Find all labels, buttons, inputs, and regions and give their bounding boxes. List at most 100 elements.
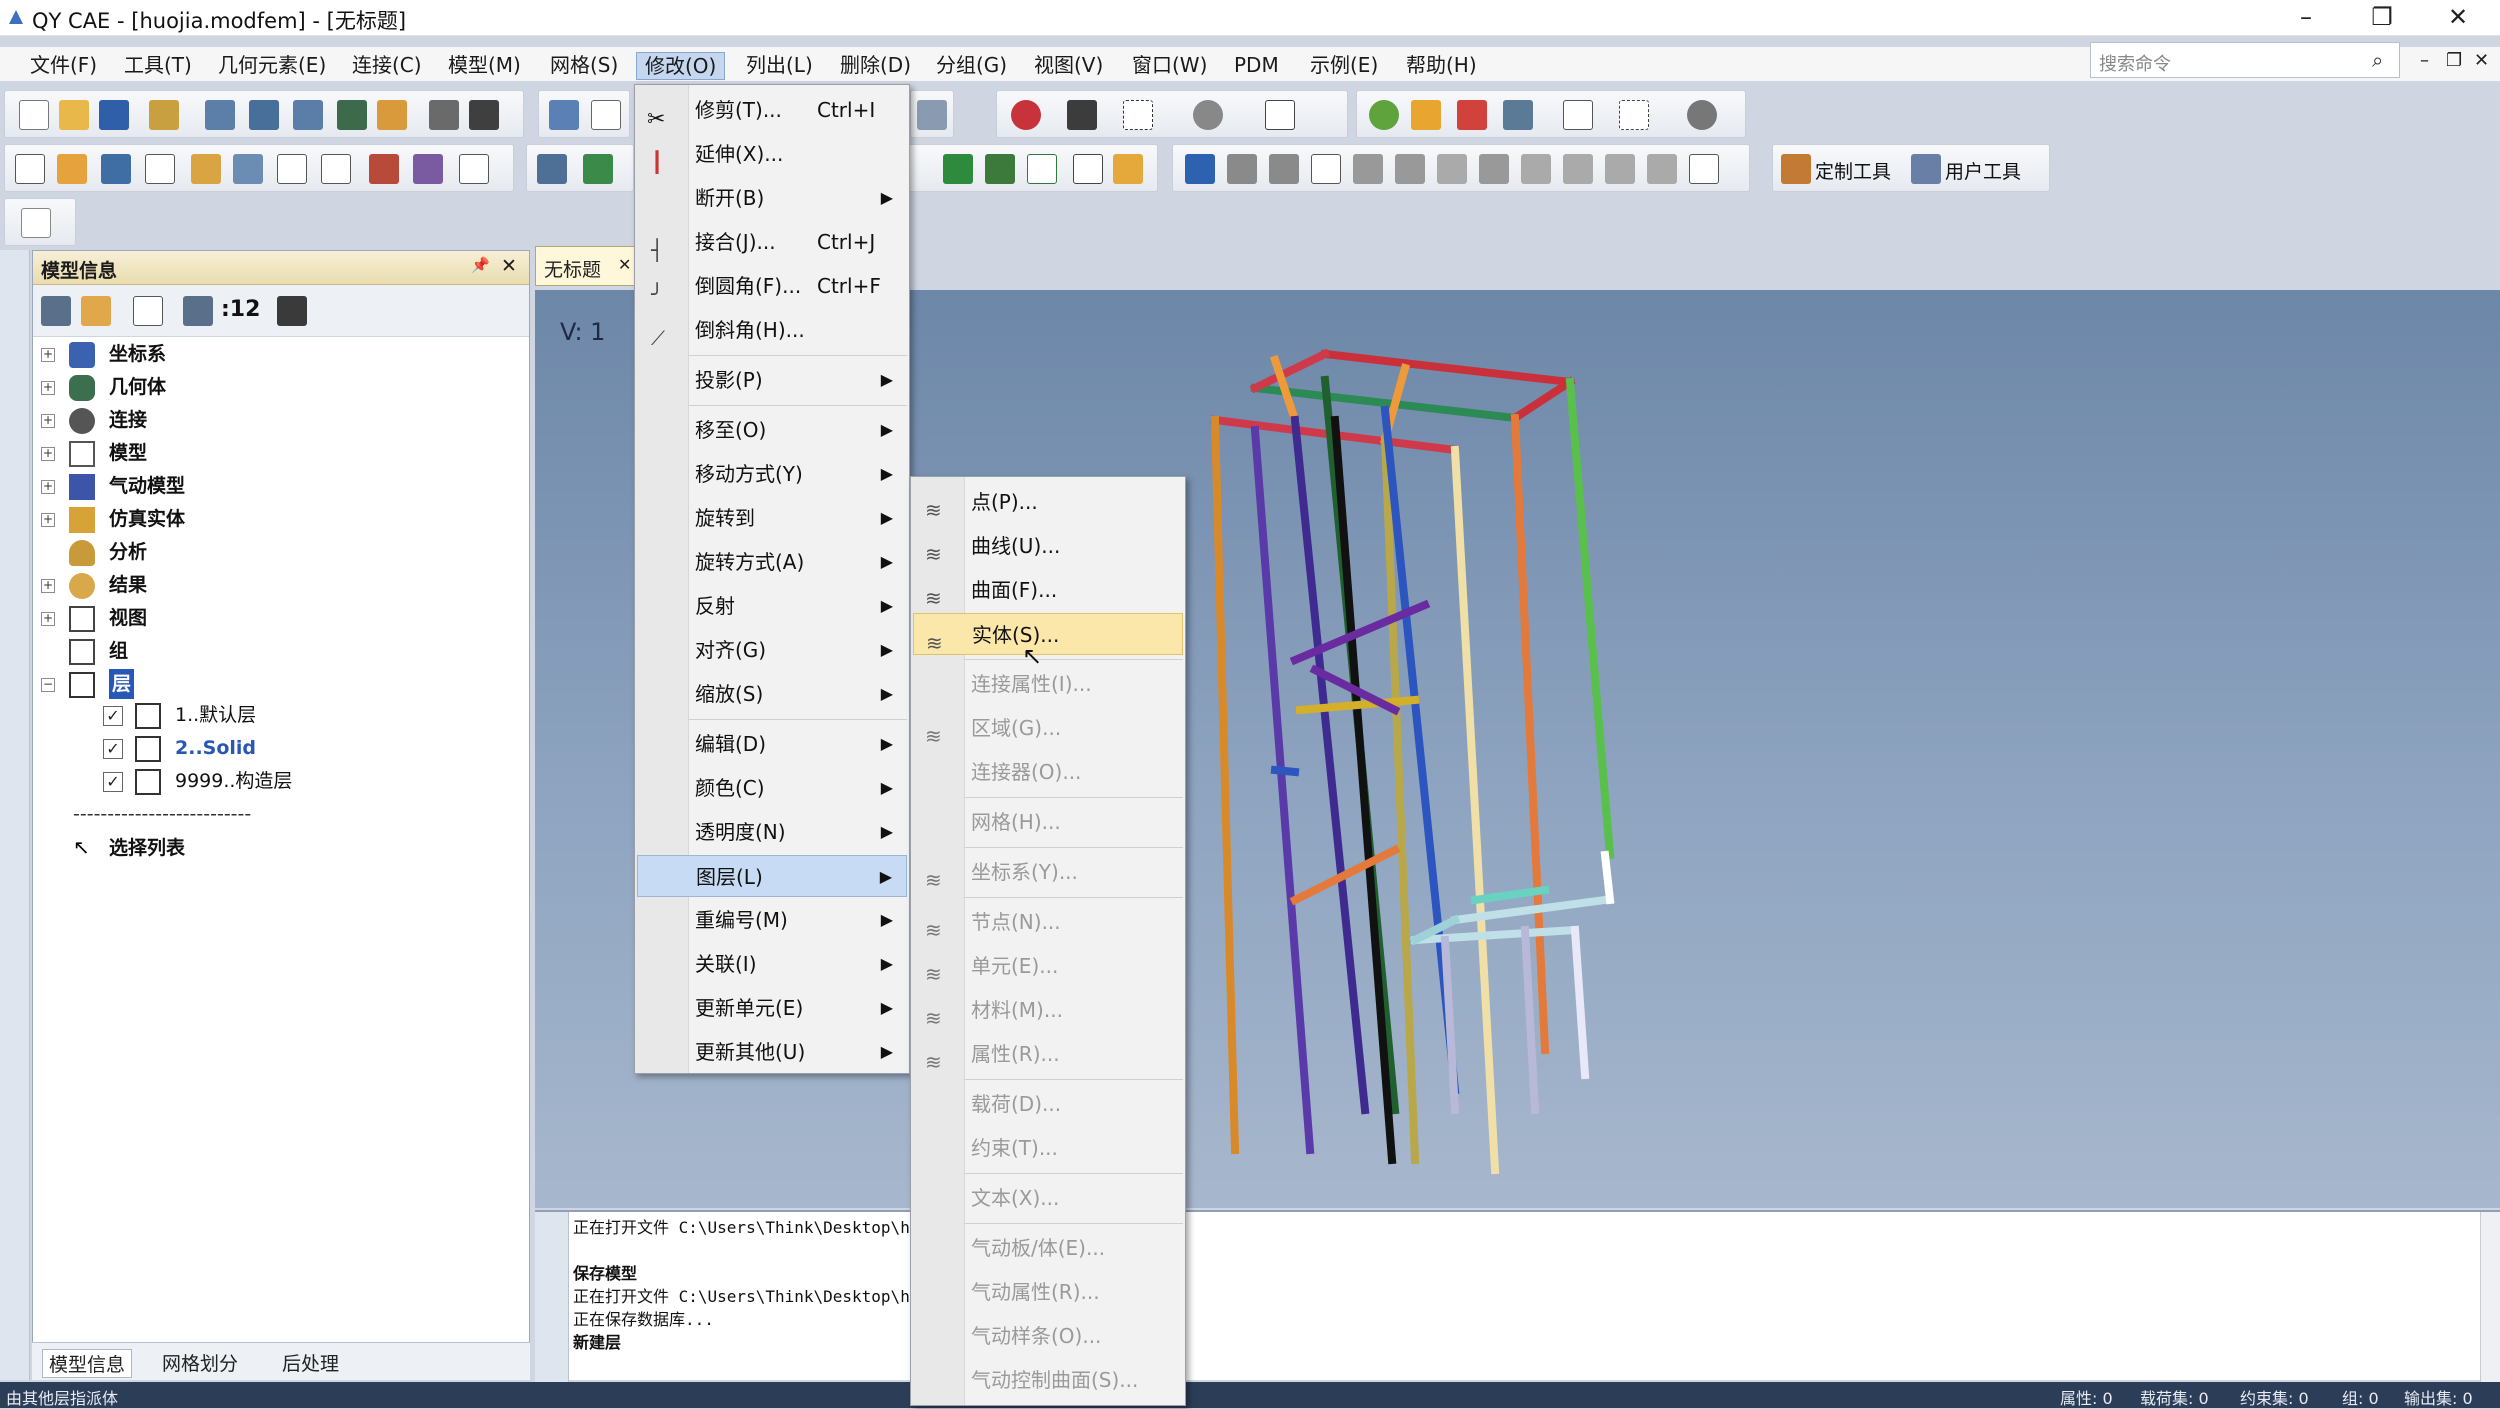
tree-node-analysis[interactable]: 分析 xyxy=(109,537,147,567)
align-left-icon[interactable] xyxy=(1185,154,1215,184)
align-right-icon[interactable] xyxy=(1269,154,1299,184)
minimize-button[interactable]: – xyxy=(2278,2,2334,32)
tree-node-geometry[interactable]: 几何体 xyxy=(109,372,166,402)
tab-model-info[interactable]: 模型信息 xyxy=(42,1349,133,1378)
mdi-restore-button[interactable]: ❐ xyxy=(2446,50,2462,71)
layer-node[interactable]: ≋ 节点(N)... xyxy=(913,901,1183,943)
expand-icon[interactable]: + xyxy=(41,414,55,428)
menu-item-update-elements[interactable]: 更新单元(E) ▶ xyxy=(637,987,907,1029)
layer-mesh[interactable]: 网格(H)... xyxy=(913,801,1183,843)
menu-geometry[interactable]: 几何元素(E) xyxy=(210,52,334,80)
layer-checkbox[interactable]: ✓ xyxy=(103,739,123,759)
cube-icon[interactable] xyxy=(57,154,87,184)
menu-help[interactable]: 帮助(H) xyxy=(1398,52,1485,80)
layer-aero-prop[interactable]: 气动属性(R)... xyxy=(913,1271,1183,1313)
search-icon[interactable]: ⌕ xyxy=(2372,48,2383,72)
menu-item-renumber[interactable]: 重编号(M) ▶ xyxy=(637,899,907,941)
menu-mesh[interactable]: 网格(S) xyxy=(542,52,626,80)
export-icon[interactable] xyxy=(293,100,323,130)
menu-item-color[interactable]: 颜色(C) ▶ xyxy=(637,767,907,809)
rotate-icon[interactable] xyxy=(1521,154,1551,184)
layer-aero-control[interactable]: 气动控制曲面(S)... xyxy=(913,1359,1183,1401)
layer-property[interactable]: ≋ 属性(R)... xyxy=(913,1033,1183,1075)
menu-item-chamfer[interactable]: ⟋ 倒斜角(H)... xyxy=(637,309,907,351)
open-folder-icon[interactable] xyxy=(59,100,89,130)
grid-icon[interactable] xyxy=(249,100,279,130)
layers-icon[interactable] xyxy=(1503,100,1533,130)
layer-conn-prop[interactable]: 连接属性(I)... xyxy=(913,663,1183,705)
layer-element[interactable]: ≋ 单元(E)... xyxy=(913,945,1183,987)
grid-9-icon[interactable] xyxy=(1353,154,1383,184)
region-icon[interactable] xyxy=(1619,100,1649,130)
menu-item-join[interactable]: ┤ 接合(J)... Ctrl+J xyxy=(637,221,907,263)
deselect-icon[interactable] xyxy=(1193,100,1223,130)
property-icon[interactable] xyxy=(191,154,221,184)
copy-icon[interactable] xyxy=(1479,154,1509,184)
layer-text[interactable]: 文本(X)... xyxy=(913,1177,1183,1219)
analysis-icon[interactable] xyxy=(369,154,399,184)
load-icon[interactable] xyxy=(233,154,263,184)
menu-connect[interactable]: 连接(C) xyxy=(344,52,430,80)
layer-construction[interactable]: 9999..构造层 xyxy=(175,766,292,796)
tree-node-coord[interactable]: 坐标系 xyxy=(109,339,166,369)
layer-icon[interactable] xyxy=(377,100,407,130)
tree-node-model[interactable]: 模型 xyxy=(109,438,147,468)
expand-icon[interactable]: + xyxy=(41,480,55,494)
menu-delete[interactable]: 删除(D) xyxy=(832,52,919,80)
menu-item-project[interactable]: 投影(P) ▶ xyxy=(637,359,907,401)
tree-node-layer[interactable]: 层 xyxy=(109,669,135,699)
undo-icon[interactable] xyxy=(429,100,459,130)
arrow-icon[interactable] xyxy=(1113,154,1143,184)
menu-item-extend[interactable]: ┃ 延伸(X)... xyxy=(637,133,907,175)
menu-item-rotate-by[interactable]: 旋转方式(A) ▶ xyxy=(637,541,907,583)
layer-coord-sys[interactable]: ≋ 坐标系(Y)... xyxy=(913,851,1183,893)
menu-examples[interactable]: 示例(E) xyxy=(1302,52,1386,80)
angle-icon[interactable] xyxy=(1073,154,1103,184)
layer-curve[interactable]: ≋ 曲线(U)... xyxy=(913,525,1183,567)
menu-item-associate[interactable]: 关联(I) ▶ xyxy=(637,943,907,985)
expand-icon[interactable]: + xyxy=(41,513,55,527)
tree-node-aero-model[interactable]: 气动模型 xyxy=(109,471,185,501)
layer-solid[interactable]: 2..Solid xyxy=(175,733,256,763)
menu-item-reflect[interactable]: 反射 ▶ xyxy=(637,585,907,627)
panel-close-icon[interactable]: ✕ xyxy=(501,255,517,277)
material-icon[interactable] xyxy=(101,154,131,184)
save-icon[interactable] xyxy=(99,100,129,130)
document-tab[interactable]: 无标题 ✕ xyxy=(535,246,635,286)
tree-node-connection[interactable]: 连接 xyxy=(109,405,147,435)
menu-item-align[interactable]: 对齐(G) ▶ xyxy=(637,629,907,671)
menu-item-update-other[interactable]: 更新其他(U) ▶ xyxy=(637,1031,907,1073)
tab-postprocess[interactable]: 后处理 xyxy=(282,1349,339,1376)
layer-point[interactable]: ≋ 点(P)... xyxy=(913,481,1183,523)
layer-aero-spline[interactable]: 气动样条(O)... xyxy=(913,1315,1183,1357)
menu-model[interactable]: 模型(M) xyxy=(440,52,529,80)
element-grid-icon[interactable] xyxy=(1027,154,1057,184)
layer-default[interactable]: 1..默认层 xyxy=(175,700,256,730)
menu-item-layer[interactable]: 图层(L) ▶ xyxy=(637,855,907,897)
mesh-icon[interactable] xyxy=(337,100,367,130)
fit-view-icon[interactable] xyxy=(591,100,621,130)
pick-point-icon[interactable] xyxy=(1265,100,1295,130)
list-icon[interactable] xyxy=(1689,154,1719,184)
menu-tools[interactable]: 工具(T) xyxy=(116,52,200,80)
tree-node-sim-entity[interactable]: 仿真实体 xyxy=(109,504,185,534)
search-input[interactable]: 搜索命令 xyxy=(2090,42,2400,78)
expand-icon[interactable]: + xyxy=(41,447,55,461)
menu-item-rotate-to[interactable]: 旋转到 ▶ xyxy=(637,497,907,539)
expand-icon[interactable]: + xyxy=(41,381,55,395)
expand-icon[interactable]: + xyxy=(41,348,55,362)
import-icon[interactable] xyxy=(205,100,235,130)
refresh-icon[interactable] xyxy=(549,100,579,130)
expand-icon[interactable]: + xyxy=(41,612,55,626)
upload-icon[interactable] xyxy=(1647,154,1677,184)
user-tools-button[interactable]: 用户工具 xyxy=(1945,157,2021,184)
box-select-icon[interactable] xyxy=(1123,100,1153,130)
function-icon[interactable] xyxy=(145,154,175,184)
note-icon[interactable] xyxy=(21,208,51,238)
mesh-gen-icon[interactable] xyxy=(537,154,567,184)
search-model-icon[interactable] xyxy=(413,154,443,184)
collapse-icon[interactable]: − xyxy=(41,678,55,692)
node-icon[interactable] xyxy=(943,154,973,184)
layer-connector[interactable]: 连接器(O)... xyxy=(913,751,1183,793)
menu-item-fillet[interactable]: ╯ 倒圆角(F)... Ctrl+F xyxy=(637,265,907,307)
